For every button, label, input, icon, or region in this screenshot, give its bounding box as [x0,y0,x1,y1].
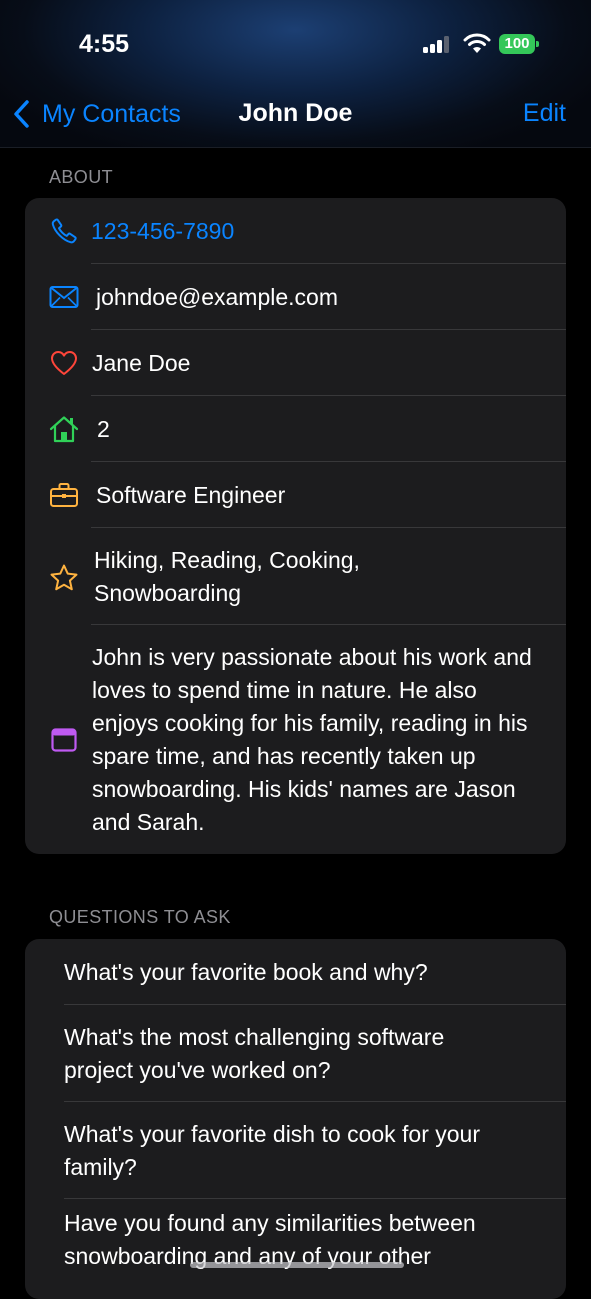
question-text: What's the most challenging software pro… [64,1023,445,1083]
about-section-label: ABOUT [49,167,114,187]
page-title: John Doe [238,99,353,127]
phone-icon [49,216,79,246]
kids-row: 2 [25,396,566,462]
edit-button[interactable]: Edit [523,99,566,128]
battery-icon: 100 [499,34,539,54]
calendar-icon [49,725,79,755]
question-item[interactable]: What's your favorite dish to cook for yo… [25,1102,566,1199]
hobbies: Hiking, Reading, Cooking, Snowboarding [94,546,360,606]
hobbies-row: Hiking, Reading, Cooking, Snowboarding [25,528,566,625]
notes: John is very passionate about his work a… [92,643,532,835]
back-button[interactable]: My Contacts [12,97,181,131]
battery-level: 100 [499,34,535,54]
questions-card: What's your favorite book and why? What'… [25,939,566,1299]
back-button-label: My Contacts [42,99,181,128]
questions-section-label: QUESTIONS TO ASK [49,907,231,927]
about-card: 123-456-7890 johndoe@example.com Jane Do… [25,198,566,854]
phone-row[interactable]: 123-456-7890 [25,198,566,264]
status-time: 4:55 [79,30,130,58]
chevron-left-icon [14,100,29,128]
heart-icon [49,348,79,378]
wifi-icon [463,33,491,53]
notes-row: John is very passionate about his work a… [25,625,566,854]
house-icon [49,414,79,444]
star-icon [49,563,79,593]
home-indicator [190,1262,404,1268]
occupation-row: Software Engineer [25,462,566,528]
question-item[interactable]: What's the most challenging software pro… [25,1005,566,1102]
envelope-icon [49,282,79,312]
cellular-signal-icon [423,35,453,53]
question-item[interactable]: What's your favorite book and why? [25,939,566,1005]
email-row[interactable]: johndoe@example.com [25,264,566,330]
question-text: What's your favorite dish to cook for yo… [64,1120,481,1180]
navigation-header: 4:55 100 My Contacts John Doe Edit [0,0,591,148]
briefcase-icon [49,480,79,510]
question-text: What's your favorite book and why? [64,958,428,985]
partner-row: Jane Doe [25,330,566,396]
question-item[interactable]: Have you found any similarities between … [25,1199,566,1299]
